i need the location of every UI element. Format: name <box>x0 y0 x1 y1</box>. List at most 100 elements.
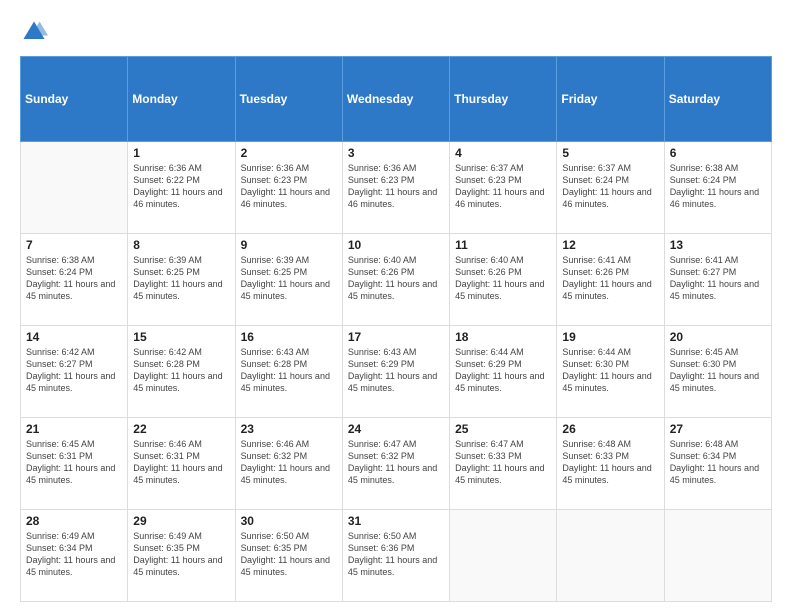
calendar-cell: 13 Sunrise: 6:41 AMSunset: 6:27 PMDayligh… <box>664 234 771 326</box>
day-info: Sunrise: 6:36 AMSunset: 6:23 PMDaylight:… <box>241 162 337 211</box>
calendar-week-3: 14Sunrise: 6:42 AMSunset: 6:27 PMDayligh… <box>21 326 772 418</box>
day-number: 16 <box>241 330 337 344</box>
day-number: 20 <box>670 330 766 344</box>
calendar-cell: 25Sunrise: 6:47 AMSunset: 6:33 PMDayligh… <box>450 418 557 510</box>
day-info: Sunrise: 6:43 AMSunset: 6:28 PMDaylight:… <box>241 346 337 395</box>
calendar-cell: 9 Sunrise: 6:39 AMSunset: 6:25 PMDaylight… <box>235 234 342 326</box>
day-number: 4 <box>455 146 551 160</box>
day-info: Sunrise: 6:47 AMSunset: 6:32 PMDaylight:… <box>348 438 444 487</box>
day-info: Sunrise: 6:50 AMSunset: 6:36 PMDaylight:… <box>348 530 444 579</box>
calendar-cell: 12 Sunrise: 6:41 AMSunset: 6:26 PMDayligh… <box>557 234 664 326</box>
day-number: 12 <box>562 238 658 252</box>
weekday-header-wednesday: Wednesday <box>342 57 449 142</box>
calendar-cell: 14Sunrise: 6:42 AMSunset: 6:27 PMDayligh… <box>21 326 128 418</box>
calendar-cell: 19Sunrise: 6:44 AMSunset: 6:30 PMDayligh… <box>557 326 664 418</box>
weekday-header-tuesday: Tuesday <box>235 57 342 142</box>
day-info: Sunrise: 6:50 AMSunset: 6:35 PMDaylight:… <box>241 530 337 579</box>
weekday-header-row: SundayMondayTuesdayWednesdayThursdayFrid… <box>21 57 772 142</box>
day-number: 30 <box>241 514 337 528</box>
day-info: Sunrise: 6:37 AMSunset: 6:24 PMDaylight:… <box>562 162 658 211</box>
calendar-cell: 24 Sunrise: 6:47 AMSunset: 6:32 PMDayligh… <box>342 418 449 510</box>
day-number: 3 <box>348 146 444 160</box>
day-number: 7 <box>26 238 122 252</box>
day-number: 28 <box>26 514 122 528</box>
day-info: Sunrise: 6:38 AMSunset: 6:24 PMDaylight:… <box>670 162 766 211</box>
calendar-cell: 17 Sunrise: 6:43 AMSunset: 6:29 PMDayligh… <box>342 326 449 418</box>
day-number: 25 <box>455 422 551 436</box>
day-number: 27 <box>670 422 766 436</box>
day-number: 8 <box>133 238 229 252</box>
day-info: Sunrise: 6:36 AMSunset: 6:22 PMDaylight:… <box>133 162 229 211</box>
day-info: Sunrise: 6:37 AMSunset: 6:23 PMDaylight:… <box>455 162 551 211</box>
calendar-cell: 8Sunrise: 6:39 AMSunset: 6:25 PMDaylight… <box>128 234 235 326</box>
day-number: 21 <box>26 422 122 436</box>
day-info: Sunrise: 6:39 AMSunset: 6:25 PMDaylight:… <box>241 254 337 303</box>
calendar-cell: 23 Sunrise: 6:46 AMSunset: 6:32 PMDayligh… <box>235 418 342 510</box>
page: SundayMondayTuesdayWednesdayThursdayFrid… <box>0 0 792 612</box>
calendar-cell: 15Sunrise: 6:42 AMSunset: 6:28 PMDayligh… <box>128 326 235 418</box>
calendar-cell <box>21 142 128 234</box>
day-info: Sunrise: 6:45 AMSunset: 6:31 PMDaylight:… <box>26 438 122 487</box>
day-number: 18 <box>455 330 551 344</box>
calendar-cell: 10 Sunrise: 6:40 AMSunset: 6:26 PMDayligh… <box>342 234 449 326</box>
day-number: 29 <box>133 514 229 528</box>
weekday-header-saturday: Saturday <box>664 57 771 142</box>
calendar-cell: 18 Sunrise: 6:44 AMSunset: 6:29 PMDayligh… <box>450 326 557 418</box>
day-number: 1 <box>133 146 229 160</box>
day-number: 2 <box>241 146 337 160</box>
day-info: Sunrise: 6:41 AMSunset: 6:27 PMDaylight:… <box>670 254 766 303</box>
day-number: 15 <box>133 330 229 344</box>
day-number: 26 <box>562 422 658 436</box>
calendar-cell: 2 Sunrise: 6:36 AMSunset: 6:23 PMDaylight… <box>235 142 342 234</box>
day-info: Sunrise: 6:40 AMSunset: 6:26 PMDaylight:… <box>455 254 551 303</box>
calendar-cell: 1 Sunrise: 6:36 AMSunset: 6:22 PMDaylight… <box>128 142 235 234</box>
day-info: Sunrise: 6:45 AMSunset: 6:30 PMDaylight:… <box>670 346 766 395</box>
day-number: 24 <box>348 422 444 436</box>
calendar-cell: 21 Sunrise: 6:45 AMSunset: 6:31 PMDayligh… <box>21 418 128 510</box>
calendar-cell: 22 Sunrise: 6:46 AMSunset: 6:31 PMDayligh… <box>128 418 235 510</box>
day-info: Sunrise: 6:42 AMSunset: 6:27 PMDaylight:… <box>26 346 122 395</box>
weekday-header-sunday: Sunday <box>21 57 128 142</box>
calendar-cell: 20 Sunrise: 6:45 AMSunset: 6:30 PMDayligh… <box>664 326 771 418</box>
calendar-cell: 31 Sunrise: 6:50 AMSunset: 6:36 PMDayligh… <box>342 510 449 602</box>
calendar-cell: 28 Sunrise: 6:49 AMSunset: 6:34 PMDayligh… <box>21 510 128 602</box>
weekday-header-thursday: Thursday <box>450 57 557 142</box>
day-info: Sunrise: 6:49 AMSunset: 6:35 PMDaylight:… <box>133 530 229 579</box>
day-number: 22 <box>133 422 229 436</box>
day-number: 23 <box>241 422 337 436</box>
day-number: 10 <box>348 238 444 252</box>
calendar-cell: 26 Sunrise: 6:48 AMSunset: 6:33 PMDayligh… <box>557 418 664 510</box>
calendar-cell: 11 Sunrise: 6:40 AMSunset: 6:26 PMDayligh… <box>450 234 557 326</box>
day-number: 31 <box>348 514 444 528</box>
day-number: 9 <box>241 238 337 252</box>
day-info: Sunrise: 6:48 AMSunset: 6:33 PMDaylight:… <box>562 438 658 487</box>
calendar-cell: 7 Sunrise: 6:38 AMSunset: 6:24 PMDaylight… <box>21 234 128 326</box>
day-number: 11 <box>455 238 551 252</box>
calendar-cell <box>450 510 557 602</box>
calendar-cell: 6Sunrise: 6:38 AMSunset: 6:24 PMDaylight… <box>664 142 771 234</box>
day-number: 17 <box>348 330 444 344</box>
calendar-week-1: 1 Sunrise: 6:36 AMSunset: 6:22 PMDaylight… <box>21 142 772 234</box>
logo <box>20 18 50 46</box>
day-info: Sunrise: 6:41 AMSunset: 6:26 PMDaylight:… <box>562 254 658 303</box>
day-number: 13 <box>670 238 766 252</box>
day-info: Sunrise: 6:38 AMSunset: 6:24 PMDaylight:… <box>26 254 122 303</box>
day-info: Sunrise: 6:43 AMSunset: 6:29 PMDaylight:… <box>348 346 444 395</box>
day-info: Sunrise: 6:48 AMSunset: 6:34 PMDaylight:… <box>670 438 766 487</box>
day-info: Sunrise: 6:46 AMSunset: 6:31 PMDaylight:… <box>133 438 229 487</box>
calendar-cell <box>664 510 771 602</box>
weekday-header-friday: Friday <box>557 57 664 142</box>
day-info: Sunrise: 6:40 AMSunset: 6:26 PMDaylight:… <box>348 254 444 303</box>
day-info: Sunrise: 6:36 AMSunset: 6:23 PMDaylight:… <box>348 162 444 211</box>
calendar-cell: 5Sunrise: 6:37 AMSunset: 6:24 PMDaylight… <box>557 142 664 234</box>
day-info: Sunrise: 6:49 AMSunset: 6:34 PMDaylight:… <box>26 530 122 579</box>
calendar-cell: 16 Sunrise: 6:43 AMSunset: 6:28 PMDayligh… <box>235 326 342 418</box>
calendar-table: SundayMondayTuesdayWednesdayThursdayFrid… <box>20 56 772 602</box>
calendar-week-4: 21 Sunrise: 6:45 AMSunset: 6:31 PMDayligh… <box>21 418 772 510</box>
day-info: Sunrise: 6:46 AMSunset: 6:32 PMDaylight:… <box>241 438 337 487</box>
calendar-week-2: 7 Sunrise: 6:38 AMSunset: 6:24 PMDaylight… <box>21 234 772 326</box>
logo-icon <box>20 18 48 46</box>
weekday-header-monday: Monday <box>128 57 235 142</box>
day-info: Sunrise: 6:44 AMSunset: 6:29 PMDaylight:… <box>455 346 551 395</box>
calendar-cell: 27 Sunrise: 6:48 AMSunset: 6:34 PMDayligh… <box>664 418 771 510</box>
